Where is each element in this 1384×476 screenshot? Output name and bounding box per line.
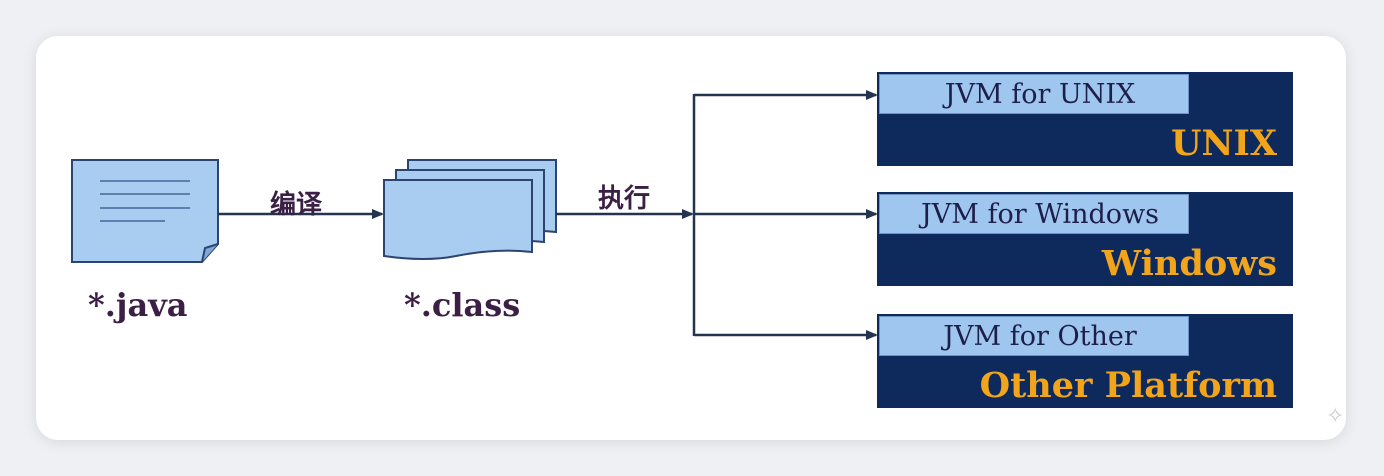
class-file-label: *.class (404, 286, 521, 324)
jvm-tab: JVM for Other (879, 316, 1189, 356)
platform-box-windows: JVM for Windows Windows (877, 192, 1293, 286)
compile-label: 编译 (270, 190, 323, 220)
platform-box-other: JVM for Other Other Platform (877, 314, 1293, 408)
java-file-label: *.java (88, 286, 188, 324)
os-label: Windows (1101, 243, 1277, 284)
jvm-label: JVM for Other (943, 321, 1137, 352)
jvm-label: JVM for UNIX (944, 79, 1136, 110)
platform-box-unix: JVM for UNIX UNIX (877, 72, 1293, 166)
jvm-tab: JVM for Windows (879, 194, 1189, 234)
os-label: UNIX (1170, 123, 1277, 164)
execute-label: 执行 (598, 184, 651, 214)
stacked-documents-icon (383, 159, 557, 260)
branch-connector (692, 90, 878, 340)
os-label: Other Platform (979, 365, 1277, 406)
jvm-tab: JVM for UNIX (879, 74, 1189, 114)
jvm-label: JVM for Windows (920, 199, 1160, 230)
sparkle-icon: ✧ (1326, 404, 1345, 429)
document-icon (71, 159, 219, 263)
